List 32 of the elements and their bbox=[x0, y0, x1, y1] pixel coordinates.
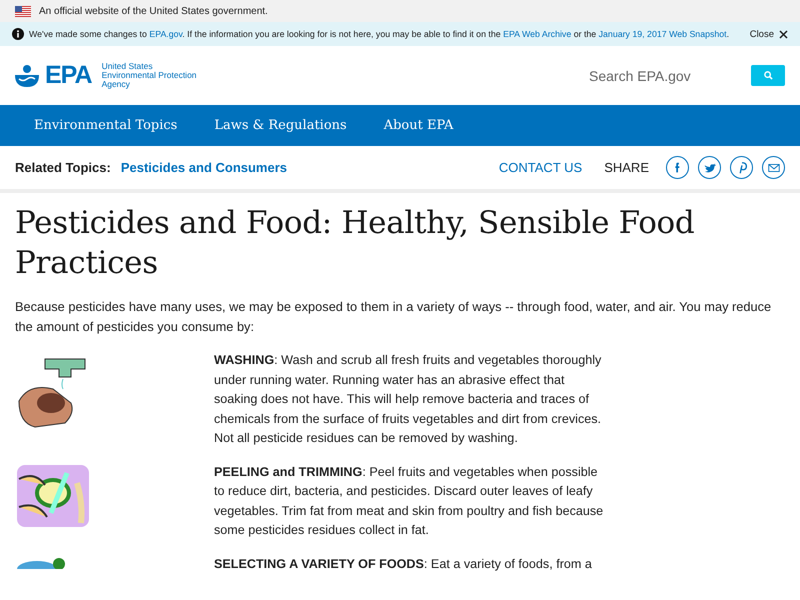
agency-name-line: United States bbox=[102, 62, 154, 71]
close-button[interactable]: Close bbox=[750, 28, 788, 40]
email-icon[interactable] bbox=[762, 156, 785, 179]
flag-icon bbox=[15, 6, 31, 16]
close-icon bbox=[779, 30, 788, 38]
notice-link[interactable]: January 19, 2017 Web Snapshot bbox=[598, 29, 727, 39]
nav-link[interactable]: About EPA bbox=[384, 118, 454, 133]
tip-paragraph: SELECTING A VARIETY OF FOODS: Eat a variety of foods, from a bbox=[214, 556, 593, 573]
twitter-icon[interactable] bbox=[698, 156, 721, 179]
nav-link[interactable]: Environmental Topics bbox=[34, 118, 178, 133]
tip-paragraph: PEELING and TRIMMING: Peel fruits and vegetables when possible to reduce dirt, bacteria, and pesticides. Discard outer leaves of leafy vegetables. Trim fat from meat and skin from poultry and fish because some pesticides residues collect in fat. bbox=[214, 464, 604, 539]
pinterest-icon[interactable] bbox=[730, 156, 753, 179]
tip-paragraph: WASHING: Wash and scrub all fresh fruits and vegetables thoroughly under running water. Running water has an abrasive effect that soaking does not have. This will help remove bacteria and traces of chemicals from the surface of fruits vegetables and dirt from crevices. Not all pesticide residues can be removed by washing. bbox=[214, 352, 602, 447]
related-topic-link[interactable]: Pesticides and Consumers bbox=[120, 160, 288, 175]
share-label: SHARE bbox=[604, 160, 649, 175]
page-title: Pesticides and Food: Healthy, Sensible Food Practices bbox=[15, 204, 696, 283]
contact-us-link[interactable]: CONTACT US bbox=[498, 160, 582, 175]
agency-name-line: Environmental Protection bbox=[102, 71, 197, 80]
search-icon bbox=[764, 71, 772, 80]
agency-name-line: Agency bbox=[102, 80, 131, 89]
info-icon bbox=[12, 28, 24, 40]
notice-link[interactable]: EPA.gov bbox=[149, 29, 182, 39]
nav-link[interactable]: Laws & Regulations bbox=[214, 118, 347, 133]
gov-banner-text: An official website of the United States government. bbox=[39, 6, 268, 16]
epa-logo-icon bbox=[15, 64, 39, 88]
notice-link[interactable]: EPA Web Archive bbox=[503, 29, 572, 39]
search-field[interactable]: Search EPA.gov bbox=[587, 66, 741, 84]
epa-logo-text[interactable]: EPA bbox=[45, 61, 92, 90]
related-topics-label: Related Topics: bbox=[15, 160, 111, 175]
intro-paragraph: Because pesticides have many uses, we may be exposed to them in a variety of ways -- through food, water, and air. You may reduce the amount of pesticides you consume by: bbox=[15, 298, 772, 336]
notice-message: We've made some changes to EPA.gov. If the information you are looking for is not here, you may be able to find it on the EPA Web Archive or the January 19, 2017 Web Snapshot. bbox=[29, 29, 730, 39]
facebook-icon[interactable] bbox=[666, 156, 689, 179]
